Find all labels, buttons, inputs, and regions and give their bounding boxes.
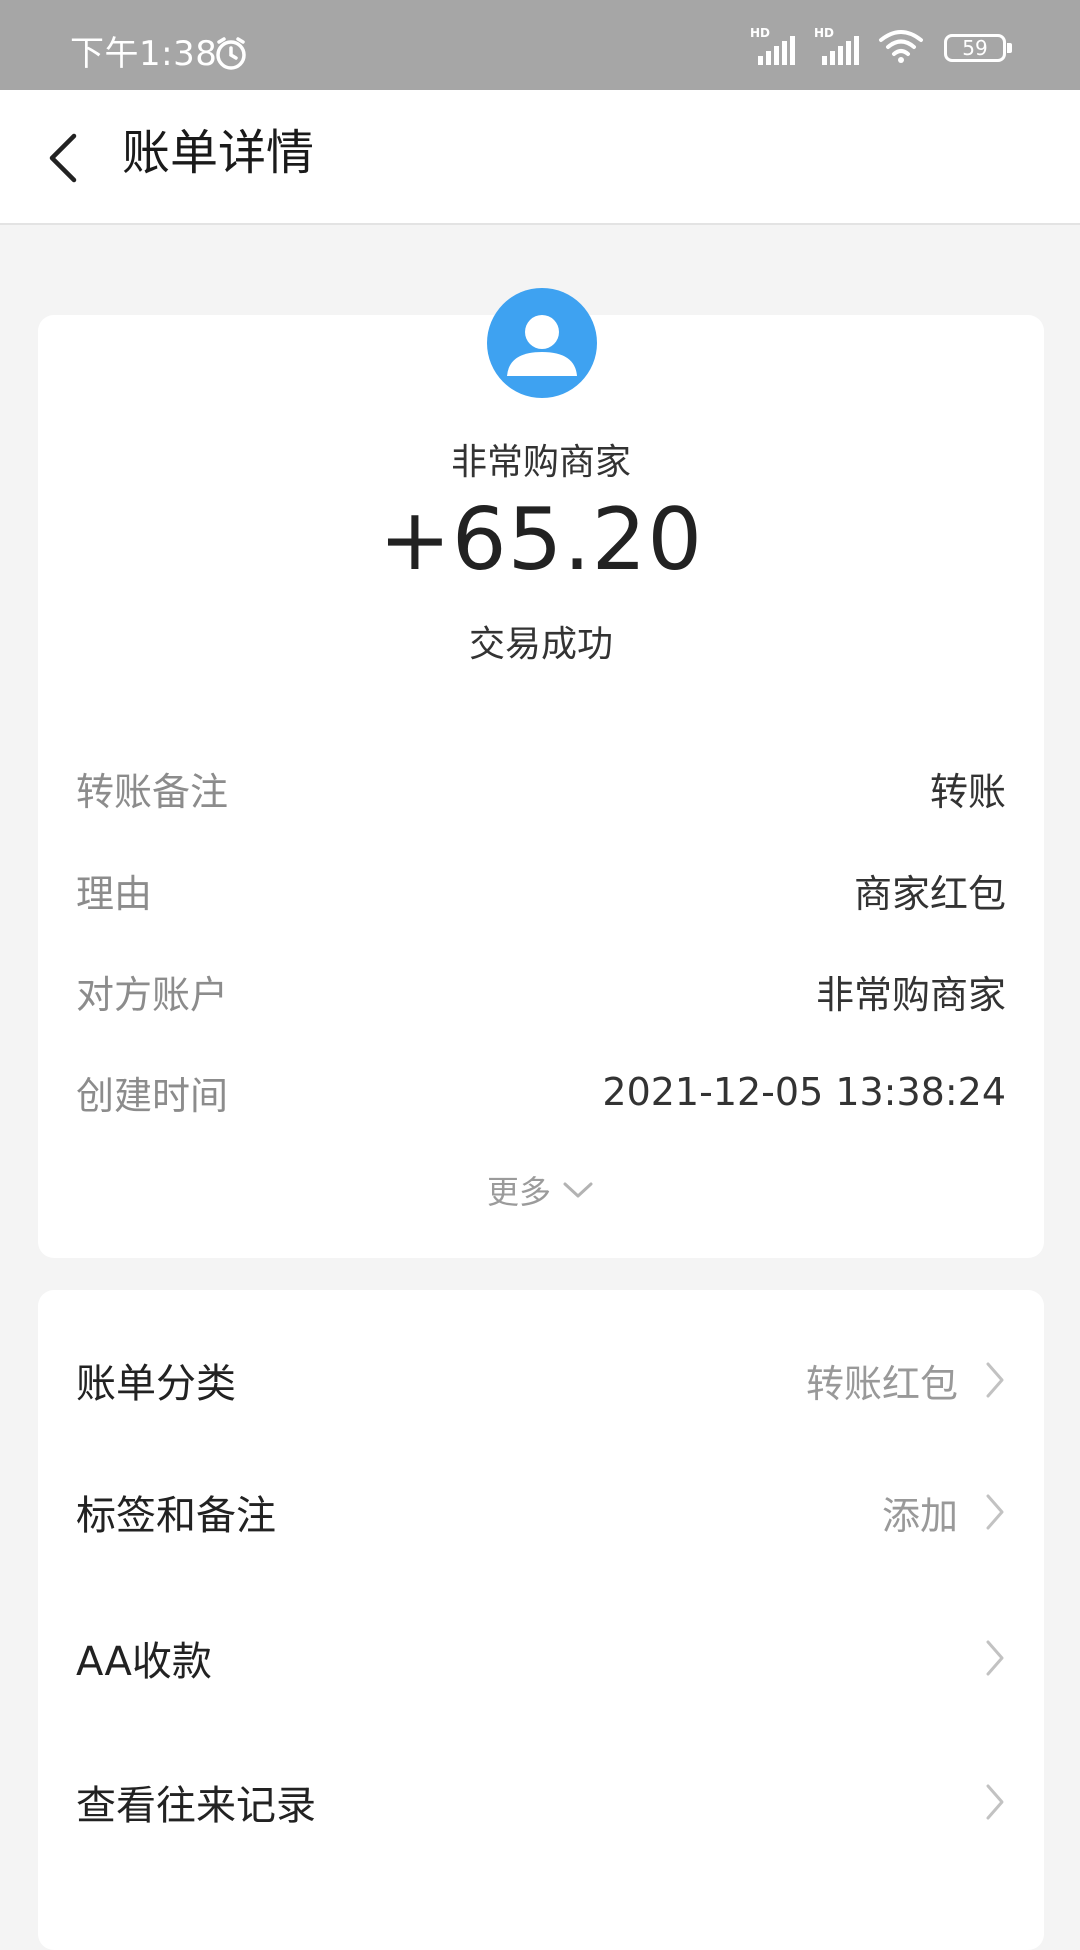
- page-title: 账单详情: [122, 125, 315, 181]
- info-label: 理由: [76, 871, 153, 916]
- chevron-down-icon: [563, 1182, 593, 1198]
- action-row-aa-collect[interactable]: AA收款: [76, 1618, 1006, 1698]
- status-time: 下午1:38: [70, 34, 218, 74]
- info-value: 商家红包: [853, 871, 1006, 916]
- merchant-name: 非常购商家: [450, 442, 631, 483]
- back-button[interactable]: [38, 122, 98, 192]
- action-label: AA收款: [76, 1639, 212, 1685]
- info-value: 2021-12-05 13:38:24: [602, 1070, 1006, 1114]
- action-label: 标签和备注: [76, 1493, 276, 1539]
- more-toggle[interactable]: 更多: [38, 1167, 1044, 1213]
- chevron-right-icon: [986, 1784, 1004, 1820]
- info-row-reason: 理由 商家红包: [76, 860, 1006, 920]
- action-row-tags-notes[interactable]: 标签和备注 添加: [76, 1472, 1006, 1552]
- info-value: 非常购商家: [815, 972, 1006, 1017]
- alarm-icon: [213, 36, 249, 72]
- status-bar: 下午1:38 HD HD 59: [0, 0, 1080, 90]
- action-row-history[interactable]: 查看往来记录: [76, 1762, 1006, 1842]
- wifi-icon: [878, 28, 924, 68]
- nav-header: 账单详情: [0, 90, 1080, 225]
- more-label: 更多: [486, 1173, 551, 1211]
- chevron-right-icon: [986, 1494, 1004, 1530]
- info-label: 创建时间: [76, 1073, 229, 1118]
- transaction-status: 交易成功: [468, 624, 613, 665]
- status-icons: HD HD 59: [750, 26, 1012, 68]
- action-value: 添加: [881, 1493, 958, 1538]
- bill-actions-card: 账单分类 转账红包 标签和备注 添加 AA收款 查看往来记录: [38, 1290, 1044, 1950]
- signal-icon: HD: [814, 26, 862, 68]
- action-label: 账单分类: [76, 1361, 236, 1407]
- info-row-created-time: 创建时间 2021-12-05 13:38:24: [76, 1062, 1006, 1122]
- bill-detail-card: 非常购商家 +65.20 交易成功 转账备注 转账 理由 商家红包 对方账户 非…: [38, 288, 1044, 1258]
- battery-level: 59: [962, 36, 988, 60]
- info-label: 对方账户: [76, 972, 229, 1017]
- signal-icon: HD: [750, 26, 798, 68]
- info-row-remark: 转账备注 转账: [76, 758, 1006, 818]
- info-value: 转账: [929, 769, 1006, 814]
- info-row-counterparty: 对方账户 非常购商家: [76, 961, 1006, 1021]
- user-avatar-icon: [487, 288, 597, 398]
- action-label: 查看往来记录: [76, 1783, 316, 1829]
- transaction-amount: +65.20: [378, 490, 704, 590]
- battery-icon: 59: [944, 34, 1012, 62]
- chevron-right-icon: [986, 1640, 1004, 1676]
- action-row-bill-category[interactable]: 账单分类 转账红包: [76, 1340, 1006, 1420]
- chevron-left-icon: [49, 133, 77, 183]
- info-label: 转账备注: [76, 769, 229, 814]
- chevron-right-icon: [986, 1362, 1004, 1398]
- action-value: 转账红包: [805, 1361, 958, 1406]
